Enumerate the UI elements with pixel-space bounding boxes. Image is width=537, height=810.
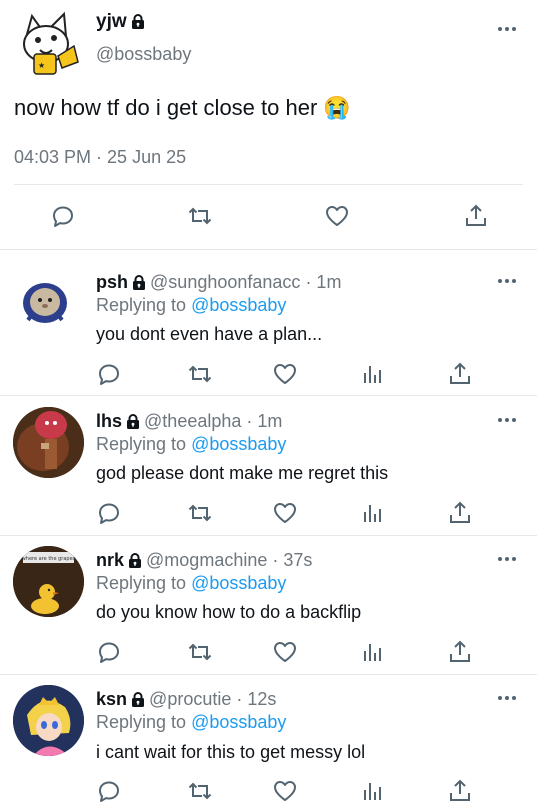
replying-prefix: Replying to bbox=[96, 712, 187, 732]
share-icon[interactable] bbox=[447, 778, 473, 804]
reply-age: · 12s bbox=[236, 689, 277, 709]
replying-to: Replying to @bossbaby bbox=[96, 573, 286, 594]
reply-handle[interactable]: @mogmachine bbox=[146, 550, 267, 570]
reply-text: do you know how to do a backflip bbox=[96, 602, 362, 622]
retweet-icon[interactable] bbox=[187, 639, 213, 665]
reply-handle[interactable]: @theealpha bbox=[144, 411, 241, 431]
replying-prefix: Replying to bbox=[96, 434, 187, 454]
reply-text: god please dont make me regret this bbox=[96, 463, 389, 483]
svg-text:★: ★ bbox=[38, 61, 45, 70]
replying-to-link[interactable]: @bossbaby bbox=[191, 712, 286, 732]
reply-handle[interactable]: @procutie bbox=[149, 689, 231, 709]
avatar-caption: where are the grapes bbox=[22, 556, 76, 562]
share-icon[interactable] bbox=[447, 361, 473, 387]
divider bbox=[14, 184, 523, 185]
analytics-icon[interactable] bbox=[359, 361, 385, 387]
reply-text: i cant wait for this to get messy lol bbox=[96, 742, 366, 762]
avatar[interactable] bbox=[13, 685, 84, 756]
replying-to-link[interactable]: @bossbaby bbox=[191, 434, 286, 454]
reply-icon[interactable] bbox=[96, 639, 122, 665]
replying-to: Replying to @bossbaby bbox=[96, 434, 286, 455]
more-options-icon[interactable] bbox=[497, 417, 517, 423]
replying-to: Replying to @bossbaby bbox=[96, 295, 286, 316]
display-name[interactable]: yjw bbox=[96, 11, 127, 32]
reply-header: nrk @mogmachine · 37s bbox=[96, 550, 312, 571]
divider bbox=[0, 535, 537, 536]
lock-icon bbox=[131, 692, 145, 707]
display-name[interactable]: ksn bbox=[96, 689, 127, 709]
reply-header: lhs @theealpha · 1m bbox=[96, 411, 282, 432]
reply-icon[interactable] bbox=[96, 500, 122, 526]
divider bbox=[0, 674, 537, 675]
like-icon[interactable] bbox=[272, 778, 298, 804]
more-options-icon[interactable] bbox=[497, 26, 517, 32]
reply-icon[interactable] bbox=[96, 361, 122, 387]
replying-prefix: Replying to bbox=[96, 295, 187, 315]
share-icon[interactable] bbox=[447, 500, 473, 526]
reply-header: ksn @procutie · 12s bbox=[96, 689, 276, 710]
reply-text: you dont even have a plan... bbox=[96, 324, 323, 344]
reply-age: · 1m bbox=[305, 272, 342, 292]
reply-header: psh @sunghoonfanacc · 1m bbox=[96, 272, 341, 293]
avatar[interactable]: where are the grapes bbox=[13, 546, 84, 617]
lock-icon bbox=[132, 275, 146, 290]
reply-age: · 37s bbox=[272, 550, 313, 570]
more-options-icon[interactable] bbox=[497, 278, 517, 284]
reply-handle[interactable]: @sunghoonfanacc bbox=[150, 272, 300, 292]
lock-icon bbox=[126, 414, 140, 429]
tweet-timestamp: 04:03 PM · 25 Jun 25 bbox=[14, 147, 187, 167]
like-icon[interactable] bbox=[324, 203, 350, 229]
more-options-icon[interactable] bbox=[497, 695, 517, 701]
author-handle[interactable]: @bossbaby bbox=[96, 44, 191, 65]
reply-icon[interactable] bbox=[96, 778, 122, 804]
analytics-icon[interactable] bbox=[359, 778, 385, 804]
reply-icon[interactable] bbox=[50, 203, 76, 229]
like-icon[interactable] bbox=[272, 500, 298, 526]
retweet-icon[interactable] bbox=[187, 203, 213, 229]
retweet-icon[interactable] bbox=[187, 778, 213, 804]
analytics-icon[interactable] bbox=[359, 639, 385, 665]
replying-to-link[interactable]: @bossbaby bbox=[191, 573, 286, 593]
reply-age: · 1m bbox=[246, 411, 283, 431]
display-name[interactable]: lhs bbox=[96, 411, 122, 431]
replying-prefix: Replying to bbox=[96, 573, 187, 593]
more-options-icon[interactable] bbox=[497, 556, 517, 562]
lock-icon bbox=[131, 14, 144, 29]
share-icon[interactable] bbox=[463, 203, 489, 229]
avatar[interactable] bbox=[18, 276, 72, 330]
retweet-icon[interactable] bbox=[187, 500, 213, 526]
avatar[interactable] bbox=[13, 407, 84, 478]
tweet-text: now how tf do i get close to her 😭 bbox=[14, 95, 351, 120]
share-icon[interactable] bbox=[447, 639, 473, 665]
lock-icon bbox=[128, 553, 142, 568]
display-name[interactable]: psh bbox=[96, 272, 128, 292]
like-icon[interactable] bbox=[272, 361, 298, 387]
retweet-icon[interactable] bbox=[187, 361, 213, 387]
divider bbox=[0, 395, 537, 396]
author-name-row: yjw bbox=[96, 11, 144, 33]
replying-to-link[interactable]: @bossbaby bbox=[191, 295, 286, 315]
replying-to: Replying to @bossbaby bbox=[96, 712, 286, 733]
avatar[interactable]: ★ bbox=[12, 6, 84, 78]
like-icon[interactable] bbox=[272, 639, 298, 665]
analytics-icon[interactable] bbox=[359, 500, 385, 526]
divider bbox=[0, 249, 537, 250]
display-name[interactable]: nrk bbox=[96, 550, 124, 570]
